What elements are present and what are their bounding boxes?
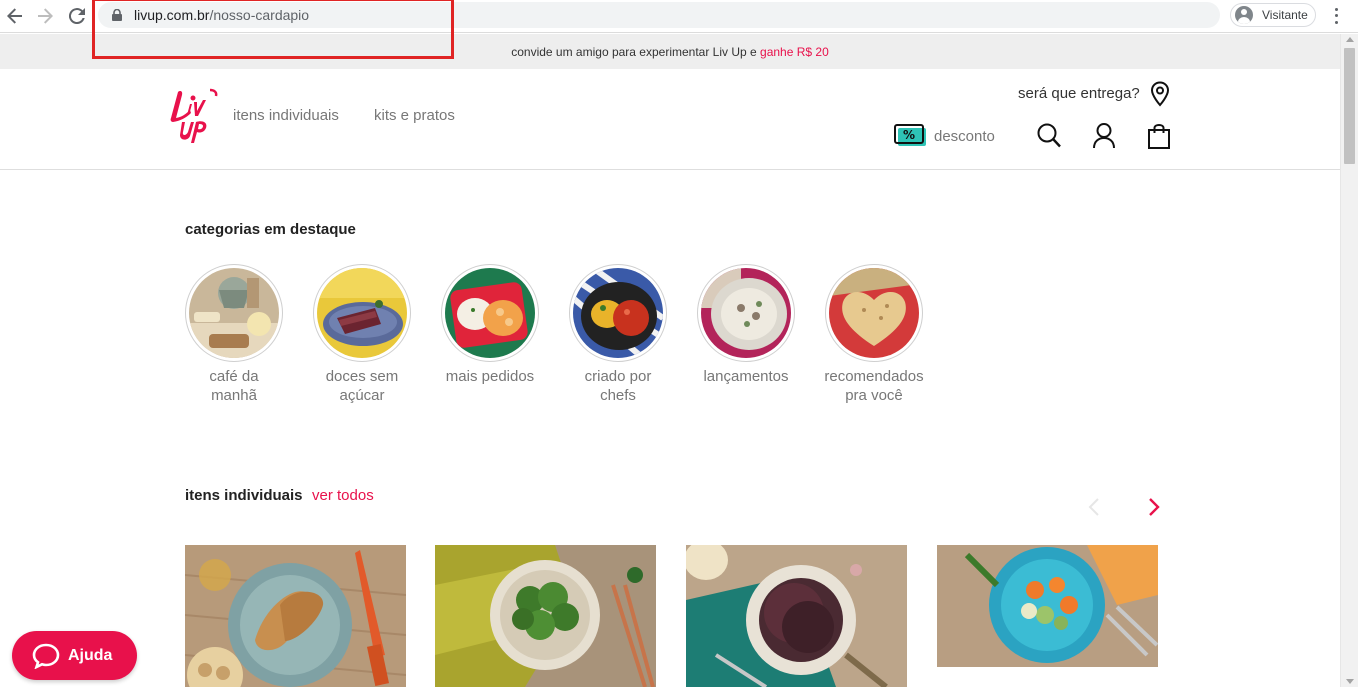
svg-text:%: % [903,128,915,142]
category-image-frame [185,264,283,362]
category-photo [829,268,919,358]
nav-itens-individuais[interactable]: itens individuais [233,107,339,124]
category-recomendados-pra-voce[interactable]: recomendados pra você [810,264,938,405]
product-card[interactable] [937,545,1158,667]
chat-bubble-icon [32,643,60,669]
promo-highlight-link[interactable]: ganhe R$ 20 [760,45,829,59]
user-account-icon[interactable] [1091,122,1117,150]
category-image-frame [313,264,411,362]
scroll-up-icon[interactable] [1346,37,1354,42]
nav-kits-e-pratos[interactable]: kits e pratos [374,107,455,124]
reload-icon[interactable] [66,5,88,27]
categories-title: categorias em destaque [185,221,356,238]
product-photo [937,545,1158,667]
category-image-frame [441,264,539,362]
category-photo [701,268,791,358]
livup-logo[interactable] [170,88,220,144]
avatar-icon [1235,6,1253,24]
category-photo [573,268,663,358]
product-photo [435,545,656,687]
site-header: itens individuais kits e pratos será que… [0,69,1340,170]
carousel-prev-arrow-icon[interactable] [1084,497,1104,517]
carousel-next-arrow-icon[interactable] [1144,497,1164,517]
more-menu-icon[interactable] [1330,6,1342,26]
category-image-frame [697,264,795,362]
product-card[interactable] [686,545,907,687]
product-photo [185,545,406,687]
category-label: doces sem açúcar [325,368,399,404]
category-lancamentos[interactable]: lançamentos [682,264,810,386]
category-photo [189,268,279,358]
scroll-down-icon[interactable] [1346,679,1354,684]
product-photo [686,545,907,687]
discount-link[interactable]: desconto [934,128,995,145]
category-mais-pedidos[interactable]: mais pedidos [426,264,554,386]
category-label: lançamentos [703,368,789,385]
category-photo [317,268,407,358]
profile-label: Visitante [1262,8,1308,22]
location-pin-icon[interactable] [1150,81,1170,107]
help-chat-button[interactable]: Ajuda [12,631,137,680]
category-criado-por-chefs[interactable]: criado por chefs [554,264,682,405]
profile-button[interactable]: Visitante [1230,3,1316,27]
product-card[interactable] [185,545,406,687]
highlight-annotation-box [92,0,454,59]
delivery-check-link[interactable]: será que entrega? [1018,85,1140,102]
promo-text: convide um amigo para experimentar Liv U… [511,45,761,59]
help-label: Ajuda [68,646,113,664]
category-label: mais pedidos [445,368,535,385]
product-card[interactable] [435,545,656,687]
category-doces-sem-acucar[interactable]: doces sem açúcar [298,264,426,405]
category-image-frame [569,264,667,362]
individual-items-title: itens individuais [185,487,303,504]
forward-arrow-icon[interactable] [34,5,56,27]
category-label: recomendados pra você [824,368,924,404]
category-image-frame [825,264,923,362]
page-scrollbar[interactable] [1340,34,1358,687]
category-label: criado por chefs [584,368,652,404]
shopping-bag-icon[interactable] [1146,122,1172,150]
category-label: café da manhã [209,368,259,404]
back-arrow-icon[interactable] [4,5,26,27]
discount-tag-icon[interactable]: % [894,124,928,148]
search-icon[interactable] [1036,122,1062,150]
category-photo [445,268,535,358]
scrollbar-thumb[interactable] [1344,48,1355,164]
category-cafe-da-manha[interactable]: café da manhã [170,264,298,405]
see-all-link[interactable]: ver todos [312,487,374,504]
